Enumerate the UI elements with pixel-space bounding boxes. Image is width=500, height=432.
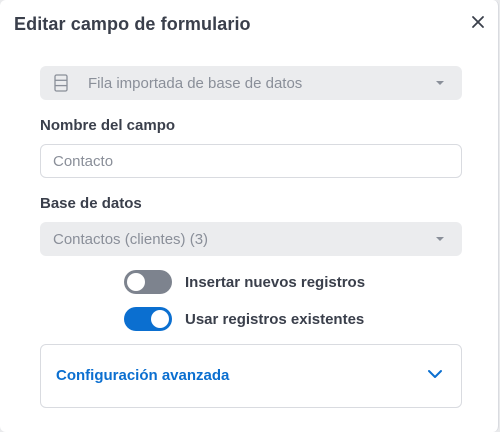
field-name-input[interactable]	[40, 144, 462, 178]
field-name-label: Nombre del campo	[40, 117, 176, 134]
insert-new-row: Insertar nuevos registros	[124, 269, 462, 295]
insert-new-label: Insertar nuevos registros	[185, 273, 366, 291]
chevron-down-icon	[428, 370, 442, 378]
database-icon	[54, 74, 68, 92]
database-value: Contactos (clientes) (3)	[53, 231, 209, 248]
chevron-down-icon	[436, 81, 444, 85]
database-label: Base de datos	[40, 195, 142, 212]
close-button[interactable]	[468, 12, 488, 32]
advanced-settings-label: Configuración avanzada	[56, 367, 230, 384]
close-icon	[472, 16, 484, 28]
use-existing-row: Usar registros existentes	[124, 306, 462, 332]
insert-new-toggle[interactable]	[124, 270, 172, 294]
source-type-select[interactable]: Fila importada de base de datos	[40, 66, 462, 100]
dialog-body: Fila importada de base de datos Nombre d…	[40, 66, 462, 408]
toggle-knob	[127, 273, 145, 291]
chevron-down-icon	[436, 237, 444, 241]
dialog-title: Editar campo de formulario	[14, 14, 251, 34]
source-type-value: Fila importada de base de datos	[88, 75, 303, 92]
toggle-knob	[151, 310, 169, 328]
edit-field-dialog: Editar campo de formulario Fila importad…	[0, 0, 499, 432]
advanced-settings-panel[interactable]: Configuración avanzada	[40, 344, 462, 408]
use-existing-toggle[interactable]	[124, 307, 172, 331]
use-existing-label: Usar registros existentes	[185, 310, 365, 328]
database-select[interactable]: Contactos (clientes) (3)	[40, 222, 462, 256]
